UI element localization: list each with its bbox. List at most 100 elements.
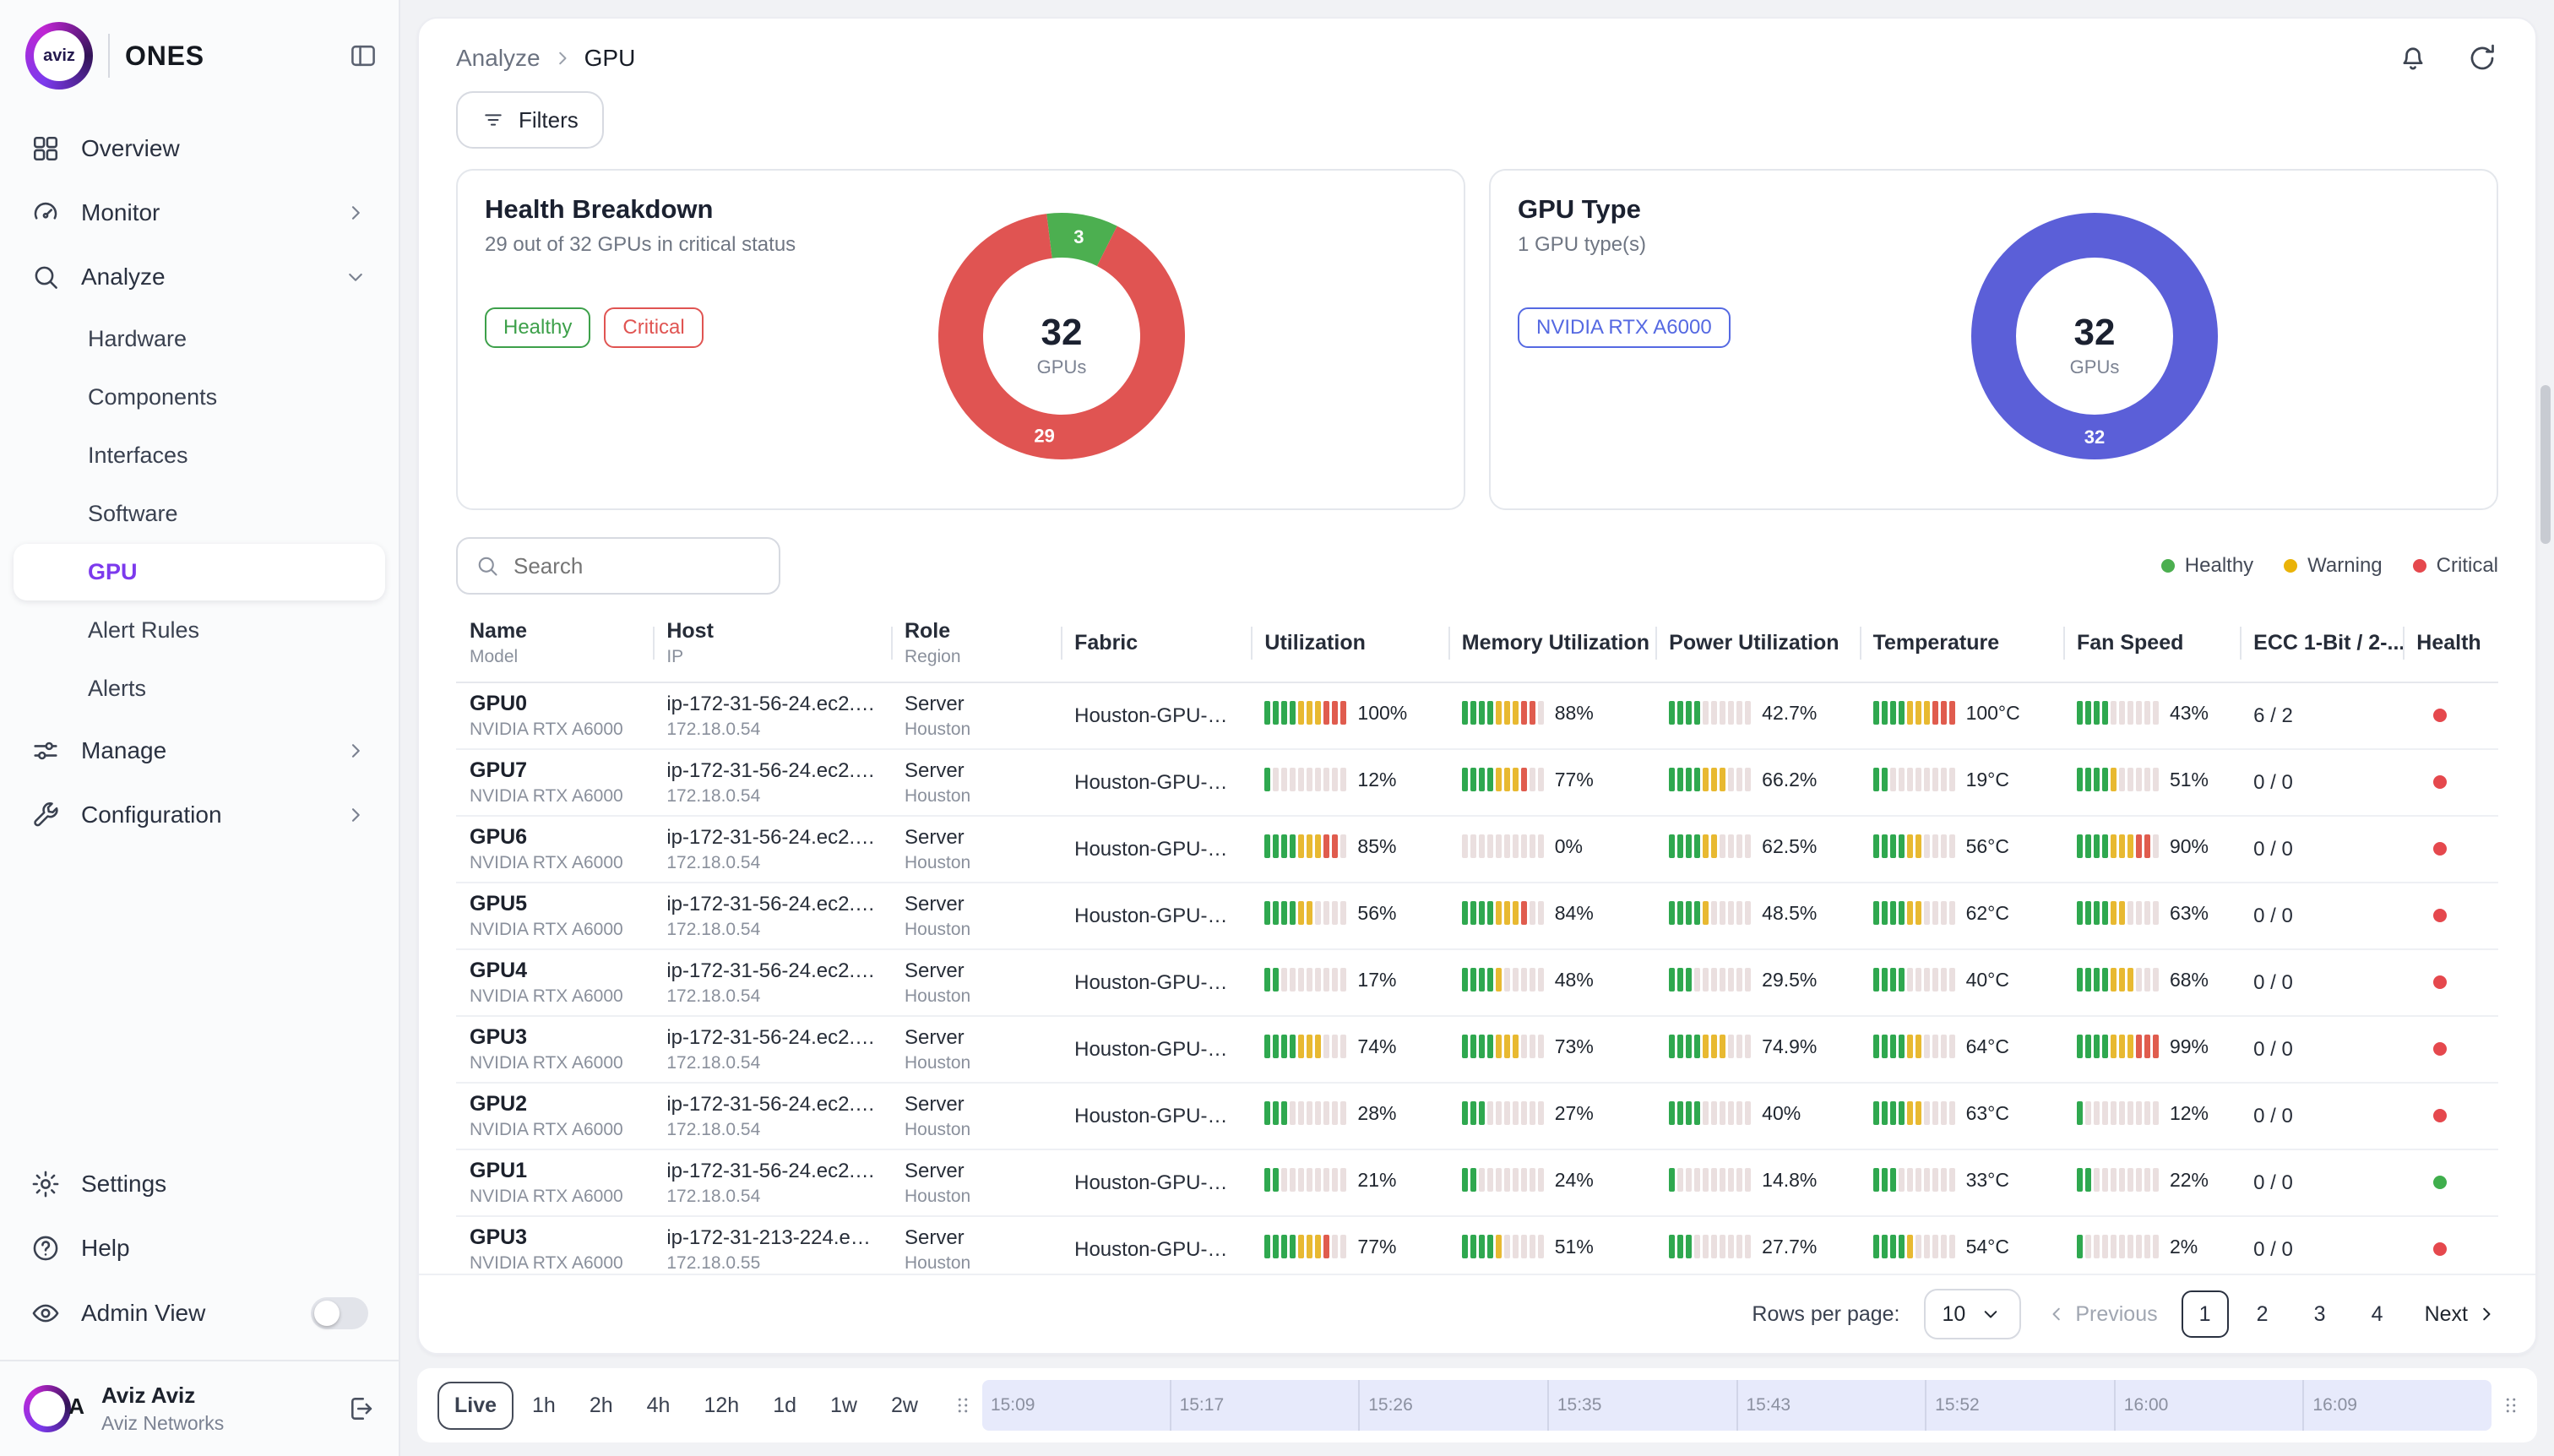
- gpu-host: ip-172-31-56-24.ec2.in...: [666, 1160, 878, 1183]
- gpu-row-gpu2[interactable]: GPU2NVIDIA RTX A6000ip-172-31-56-24.ec2.…: [456, 1083, 2498, 1149]
- metric-gauge: 19°C: [1873, 768, 2009, 791]
- sidebar-item-manage[interactable]: Manage: [14, 719, 385, 783]
- user-profile[interactable]: A Aviz Aviz Aviz Networks: [0, 1360, 399, 1456]
- magnifier-icon: [30, 262, 61, 292]
- sidebar-item-software[interactable]: Software: [14, 486, 385, 542]
- eye-icon: [30, 1298, 61, 1328]
- svg-text:29: 29: [1034, 425, 1054, 446]
- previous-page-button[interactable]: Previous: [2045, 1302, 2157, 1327]
- range-1w-button[interactable]: 1w: [815, 1383, 872, 1428]
- breadcrumb-analyze[interactable]: Analyze: [456, 45, 541, 72]
- sidebar-item-label: Analyze: [81, 263, 166, 291]
- metric-gauge: 100°C: [1873, 701, 2020, 725]
- next-page-button[interactable]: Next: [2425, 1302, 2498, 1327]
- timeline-strip[interactable]: 15:0915:1715:2615:3515:4315:5216:0016:09: [982, 1380, 2492, 1431]
- header-actions: [2397, 42, 2498, 74]
- gpu-fabric: Houston-GPU-Fabr...: [1061, 1083, 1251, 1149]
- timeline-left-handle[interactable]: [950, 1387, 975, 1424]
- filters-button[interactable]: Filters: [456, 91, 604, 149]
- gpu-row-gpu0[interactable]: GPU0NVIDIA RTX A6000ip-172-31-56-24.ec2.…: [456, 682, 2498, 749]
- sidebar-item-interfaces[interactable]: Interfaces: [14, 427, 385, 484]
- gpu-fan-speed: 99%: [2063, 1016, 2240, 1083]
- gpu-fan-speed: 63%: [2063, 883, 2240, 949]
- timeline-right-handle[interactable]: [2498, 1387, 2524, 1424]
- range-1h-button[interactable]: 1h: [517, 1383, 571, 1428]
- gpu-power-utilization: 74.9%: [1655, 1016, 1859, 1083]
- gpu-ecc: 0 / 0: [2240, 816, 2403, 883]
- gpu-role: Server: [905, 759, 1047, 783]
- range-4h-button[interactable]: 4h: [632, 1383, 686, 1428]
- gpu-role: Server: [905, 893, 1047, 916]
- gpu-region: Houston: [905, 786, 1047, 807]
- search-box[interactable]: [456, 537, 780, 595]
- column-header-memory-utilization: Memory Utilization: [1448, 605, 1655, 682]
- rows-per-page-select[interactable]: 10: [1924, 1289, 2022, 1339]
- gpu-host: ip-172-31-56-24.ec2.in...: [666, 759, 878, 783]
- chevron-right-icon: [343, 200, 368, 225]
- sidebar-item-admin-view[interactable]: Admin View: [14, 1280, 385, 1346]
- gpu-role: Server: [905, 826, 1047, 850]
- range-1d-button[interactable]: 1d: [758, 1383, 812, 1428]
- metric-gauge: 77%: [1264, 1235, 1396, 1258]
- sidebar-item-components[interactable]: Components: [14, 369, 385, 426]
- gpu-health: [2403, 1016, 2498, 1083]
- gpu-health: [2403, 1149, 2498, 1216]
- page-2-button[interactable]: 2: [2239, 1290, 2286, 1338]
- gpu-row-gpu3[interactable]: GPU3NVIDIA RTX A6000ip-172-31-213-224.ec…: [456, 1216, 2498, 1274]
- healthy-badge[interactable]: Healthy: [485, 307, 590, 348]
- column-header-host: HostIP: [653, 605, 891, 682]
- sidebar-item-overview[interactable]: Overview: [14, 117, 385, 181]
- gpu-name: GPU6: [470, 825, 639, 850]
- sidebar-item-analyze[interactable]: Analyze: [14, 245, 385, 309]
- gpu-row-gpu6[interactable]: GPU6NVIDIA RTX A6000ip-172-31-56-24.ec2.…: [456, 816, 2498, 883]
- range-2h-button[interactable]: 2h: [574, 1383, 628, 1428]
- sidebar-item-gpu[interactable]: GPU: [14, 544, 385, 600]
- refresh-button[interactable]: [2466, 42, 2498, 74]
- gpu-ip: 172.18.0.54: [666, 920, 878, 940]
- gpu-row-gpu3[interactable]: GPU3NVIDIA RTX A6000ip-172-31-56-24.ec2.…: [456, 1016, 2498, 1083]
- nvidia-rtx-a6000-badge[interactable]: NVIDIA RTX A6000: [1518, 307, 1731, 348]
- metric-gauge: 88%: [1462, 701, 1594, 725]
- logout-button[interactable]: [345, 1394, 375, 1424]
- sidebar-item-help[interactable]: Help: [14, 1216, 385, 1280]
- sidebar-item-label: Manage: [81, 737, 166, 764]
- notifications-button[interactable]: [2397, 42, 2429, 74]
- previous-page-label: Previous: [2075, 1302, 2157, 1327]
- sidebar-item-monitor[interactable]: Monitor: [14, 181, 385, 245]
- metric-gauge: 68%: [2077, 968, 2209, 991]
- gpu-utilization: 74%: [1251, 1016, 1448, 1083]
- rows-per-page-value: 10: [1943, 1302, 1966, 1327]
- metric-gauge: 43%: [2077, 701, 2209, 725]
- column-header-fan-speed: Fan Speed: [2063, 605, 2240, 682]
- gpu-row-gpu7[interactable]: GPU7NVIDIA RTX A6000ip-172-31-56-24.ec2.…: [456, 749, 2498, 816]
- gpu-temperature: 54°C: [1860, 1216, 2063, 1274]
- gpu-power-utilization: 62.5%: [1655, 816, 1859, 883]
- page-3-button[interactable]: 3: [2296, 1290, 2344, 1338]
- range-12h-button[interactable]: 12h: [688, 1383, 754, 1428]
- chevron-left-icon: [2045, 1302, 2068, 1326]
- range-live-button[interactable]: Live: [437, 1382, 514, 1430]
- sidebar-collapse-button[interactable]: [348, 41, 378, 71]
- range-2w-button[interactable]: 2w: [876, 1383, 933, 1428]
- page-1-button[interactable]: 1: [2182, 1290, 2229, 1338]
- gpu-ip: 172.18.0.54: [666, 986, 878, 1007]
- sidebar-item-hardware[interactable]: Hardware: [14, 311, 385, 367]
- critical-badge[interactable]: Critical: [604, 307, 703, 348]
- gpu-row-gpu5[interactable]: GPU5NVIDIA RTX A6000ip-172-31-56-24.ec2.…: [456, 883, 2498, 949]
- metric-gauge: 64°C: [1873, 1035, 2009, 1058]
- sidebar-item-configuration[interactable]: Configuration: [14, 783, 385, 847]
- sidebar-item-alert-rules[interactable]: Alert Rules: [14, 602, 385, 659]
- search-input[interactable]: [514, 553, 762, 579]
- admin-view-toggle[interactable]: [311, 1297, 368, 1329]
- metric-gauge: 56°C: [1873, 834, 2009, 858]
- scrollbar[interactable]: [2540, 385, 2551, 544]
- sidebar-item-alerts[interactable]: Alerts: [14, 660, 385, 717]
- chevron-right-icon: [343, 738, 368, 763]
- sidebar-item-settings[interactable]: Settings: [14, 1152, 385, 1216]
- gpu-row-gpu1[interactable]: GPU1NVIDIA RTX A6000ip-172-31-56-24.ec2.…: [456, 1149, 2498, 1216]
- app-root: aviz ONES OverviewMonitorAnalyzeHardware…: [0, 0, 2554, 1456]
- page-4-button[interactable]: 4: [2354, 1290, 2401, 1338]
- gpu-temperature: 64°C: [1860, 1016, 2063, 1083]
- gpu-row-gpu4[interactable]: GPU4NVIDIA RTX A6000ip-172-31-56-24.ec2.…: [456, 949, 2498, 1016]
- gpu-fabric: Houston-GPU-Fabr...: [1061, 1016, 1251, 1083]
